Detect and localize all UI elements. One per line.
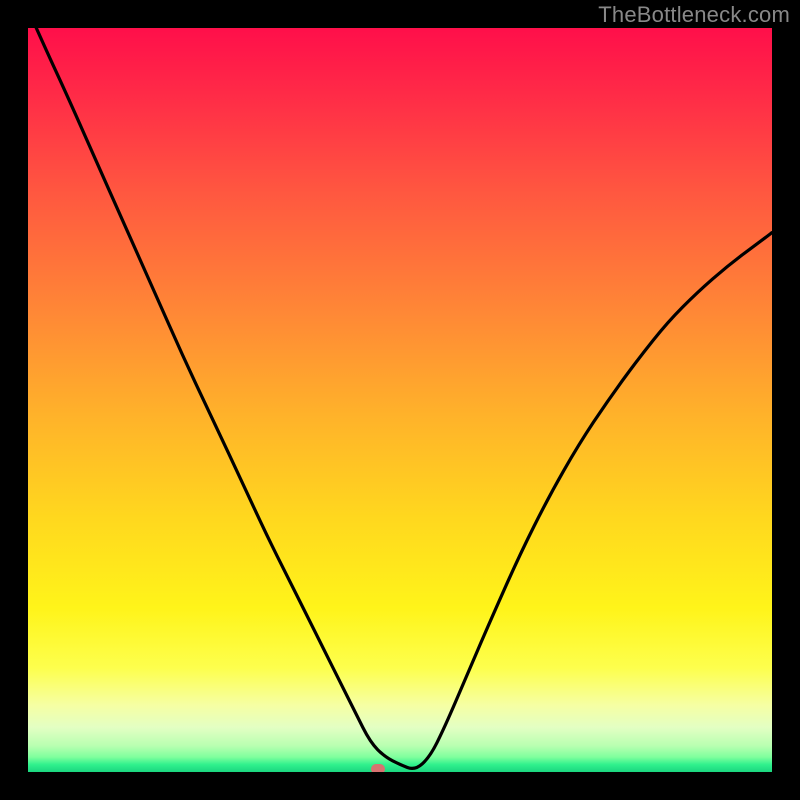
bottleneck-curve <box>28 28 772 768</box>
curve-svg <box>28 28 772 772</box>
watermark-text: TheBottleneck.com <box>598 2 790 28</box>
chart-container: TheBottleneck.com <box>0 0 800 800</box>
marker-point <box>371 764 385 772</box>
plot-area <box>28 28 772 772</box>
